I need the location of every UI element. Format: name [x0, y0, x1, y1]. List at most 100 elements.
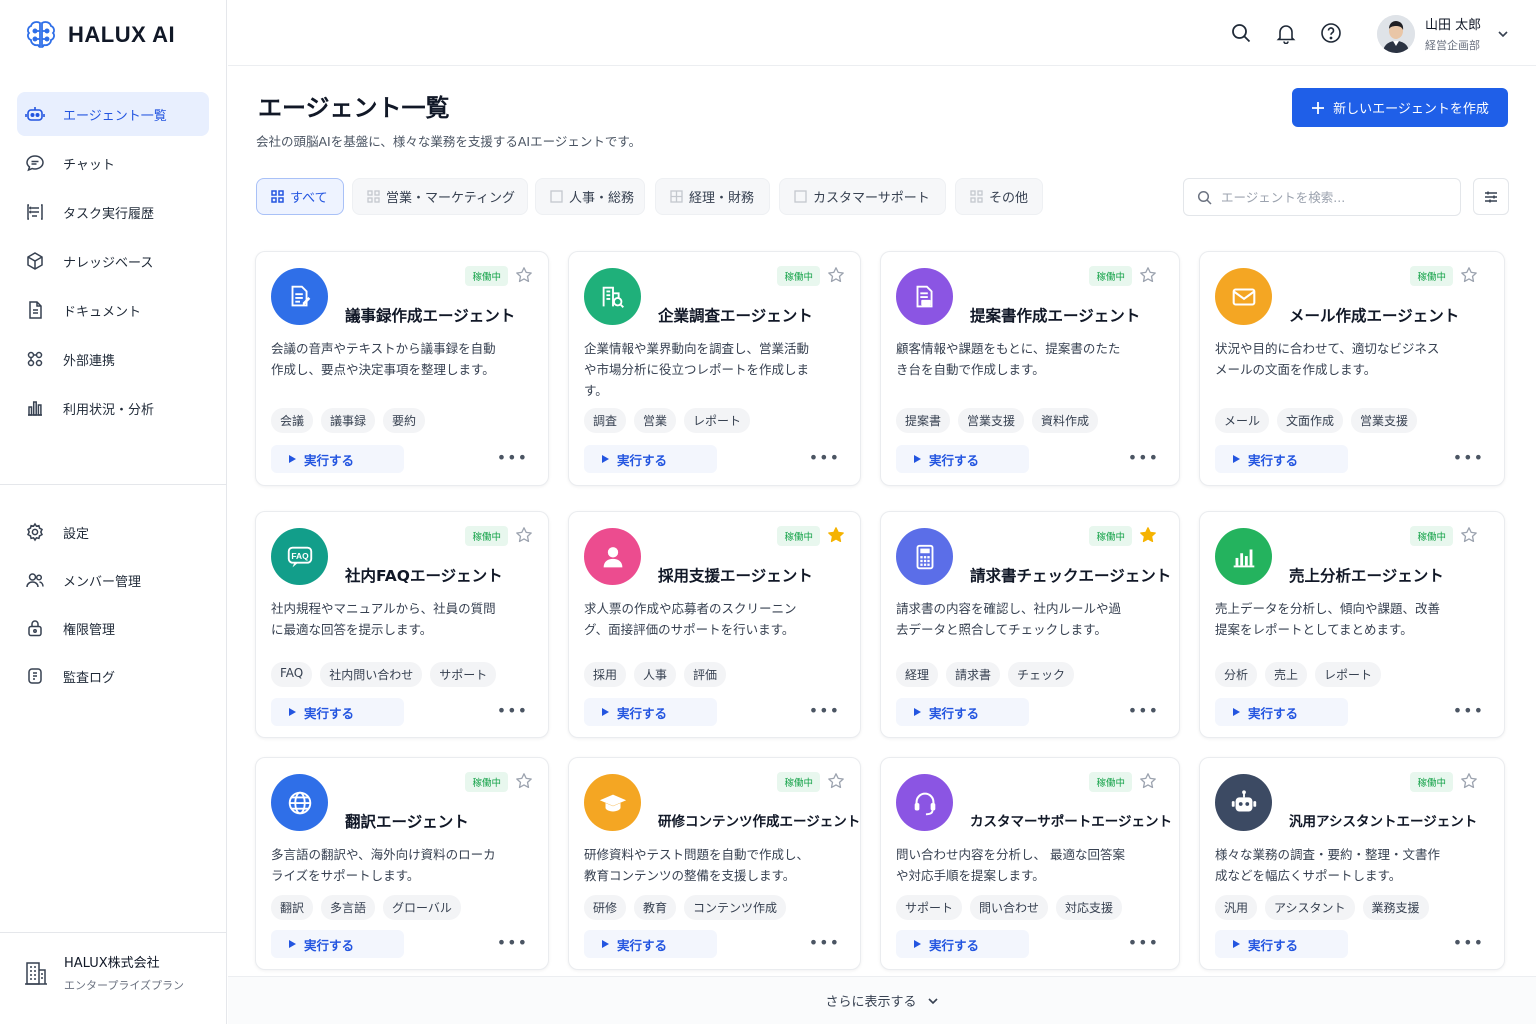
- more-options-button[interactable]: •••: [1128, 448, 1159, 467]
- tag[interactable]: 分析: [1215, 662, 1258, 687]
- favorite-star-icon[interactable]: [827, 266, 845, 284]
- tag[interactable]: 請求書: [946, 662, 1001, 687]
- tag[interactable]: 対応支援: [1056, 895, 1123, 920]
- tag[interactable]: 人事: [634, 662, 677, 687]
- favorite-star-icon[interactable]: [515, 266, 533, 284]
- organization-info[interactable]: HALUX株式会社 エンタープライズプラン: [24, 952, 184, 993]
- run-button[interactable]: 実行する: [1215, 698, 1348, 726]
- tag[interactable]: チェック: [1008, 662, 1075, 687]
- tag[interactable]: 要約: [383, 408, 426, 433]
- tab-sales-marketing[interactable]: 営業・マーケティング: [352, 178, 528, 215]
- agent-card[interactable]: 稼働中 汎用アシスタントエージェント 様々な業務の調査・要約・整理・文書作成などを幅…: [1199, 757, 1505, 970]
- tag[interactable]: サポート: [896, 895, 963, 920]
- run-button[interactable]: 実行する: [271, 698, 404, 726]
- favorite-star-icon[interactable]: [1139, 526, 1157, 544]
- tag[interactable]: メール: [1215, 408, 1270, 433]
- agent-card[interactable]: 稼働中 請求書チェックエージェント 請求書の内容を確認し、社内ルールや過去データと照…: [880, 511, 1180, 738]
- tag[interactable]: レポート: [1315, 662, 1382, 687]
- tag[interactable]: 汎用: [1215, 895, 1258, 920]
- tag[interactable]: 問い合わせ: [970, 895, 1049, 920]
- run-button[interactable]: 実行する: [896, 698, 1029, 726]
- run-button[interactable]: 実行する: [271, 930, 404, 958]
- more-options-button[interactable]: •••: [497, 701, 528, 720]
- agent-card[interactable]: 稼働中 提案書作成エージェント 顧客情報や課題をもとに、提案書のたたき台を自動で作成…: [880, 251, 1180, 486]
- tag[interactable]: FAQ: [271, 662, 313, 687]
- more-options-button[interactable]: •••: [1453, 448, 1484, 467]
- favorite-star-icon[interactable]: [1139, 266, 1157, 284]
- tab-all[interactable]: すべて: [256, 178, 344, 215]
- help-icon[interactable]: [1320, 22, 1342, 44]
- tag[interactable]: 資料作成: [1032, 408, 1099, 433]
- run-button[interactable]: 実行する: [584, 930, 717, 958]
- tab-accounting[interactable]: 経理・財務: [655, 178, 770, 215]
- agent-card[interactable]: 稼働中 カスタマーサポートエージェント 問い合わせ内容を分析し、 最適な回答案や対応…: [880, 757, 1180, 970]
- favorite-star-icon[interactable]: [1460, 772, 1478, 790]
- tag[interactable]: 社内問い合わせ: [320, 662, 423, 687]
- sidebar-item-analytics[interactable]: 利用状況・分析: [17, 386, 209, 430]
- tag[interactable]: 調査: [584, 408, 627, 433]
- tab-other[interactable]: その他: [955, 178, 1043, 215]
- tag[interactable]: 文面作成: [1277, 408, 1344, 433]
- agent-card[interactable]: 稼働中 研修コンテンツ作成エージェント 研修資料やテスト問題を自動で作成し、教育コン…: [568, 757, 861, 970]
- sidebar-item-task-history[interactable]: タスク実行履歴: [17, 190, 209, 234]
- logo[interactable]: HALUX AI: [24, 18, 175, 52]
- favorite-star-icon[interactable]: [1139, 772, 1157, 790]
- favorite-star-icon[interactable]: [1460, 526, 1478, 544]
- more-options-button[interactable]: •••: [497, 933, 528, 952]
- more-options-button[interactable]: •••: [1128, 701, 1159, 720]
- agent-card[interactable]: 稼働中 メール作成エージェント 状況や目的に合わせて、適切なビジネスメールの文面を作…: [1199, 251, 1505, 486]
- tag[interactable]: 翻訳: [271, 895, 314, 920]
- run-button[interactable]: 実行する: [271, 445, 404, 473]
- more-options-button[interactable]: •••: [809, 448, 840, 467]
- tag[interactable]: 営業支援: [958, 408, 1025, 433]
- sidebar-item-integrations[interactable]: 外部連携: [17, 337, 209, 381]
- more-options-button[interactable]: •••: [809, 701, 840, 720]
- run-button[interactable]: 実行する: [584, 698, 717, 726]
- agent-card[interactable]: 稼働中 採用支援エージェント 求人票の作成や応募者のスクリーニング、面接評価のサポー…: [568, 511, 861, 738]
- tag[interactable]: 会議: [271, 408, 314, 433]
- agent-card[interactable]: 稼働中 議事録作成エージェント 会議の音声やテキストから議事録を自動作成し、要点や決…: [255, 251, 549, 486]
- favorite-star-icon[interactable]: [827, 526, 845, 544]
- run-button[interactable]: 実行する: [1215, 930, 1348, 958]
- sidebar-item-knowledge[interactable]: ナレッジベース: [17, 239, 209, 283]
- sidebar-item-documents[interactable]: ドキュメント: [17, 288, 209, 332]
- favorite-star-icon[interactable]: [827, 772, 845, 790]
- more-options-button[interactable]: •••: [809, 933, 840, 952]
- agent-card[interactable]: 稼働中 翻訳エージェント 多言語の翻訳や、海外向け資料のローカライズをサポートします…: [255, 757, 549, 970]
- tag[interactable]: 売上: [1265, 662, 1308, 687]
- more-options-button[interactable]: •••: [497, 448, 528, 467]
- run-button[interactable]: 実行する: [1215, 445, 1348, 473]
- more-options-button[interactable]: •••: [1453, 701, 1484, 720]
- run-button[interactable]: 実行する: [584, 445, 717, 473]
- tag[interactable]: 教育: [634, 895, 677, 920]
- agent-card[interactable]: FAQ 稼働中 社内FAQエージェント 社内規程やマニュアルから、社員の質問に最適な回…: [255, 511, 549, 738]
- tag[interactable]: 議事録: [321, 408, 376, 433]
- tag[interactable]: レポート: [684, 408, 751, 433]
- more-options-button[interactable]: •••: [1453, 933, 1484, 952]
- sidebar-item-members[interactable]: メンバー管理: [17, 558, 209, 602]
- agent-card[interactable]: 稼働中 売上分析エージェント 売上データを分析し、傾向や課題、改善提案をレポートとし…: [1199, 511, 1505, 738]
- tab-hr-admin[interactable]: 人事・総務: [535, 178, 645, 215]
- search-input[interactable]: [1221, 189, 1441, 205]
- search-icon[interactable]: [1230, 22, 1252, 44]
- sidebar-item-chat[interactable]: チャット: [17, 141, 209, 185]
- tag[interactable]: 多言語: [321, 895, 376, 920]
- tag[interactable]: 採用: [584, 662, 627, 687]
- tag[interactable]: 評価: [684, 662, 727, 687]
- tag[interactable]: 経理: [896, 662, 939, 687]
- favorite-star-icon[interactable]: [1460, 266, 1478, 284]
- favorite-star-icon[interactable]: [515, 772, 533, 790]
- tag[interactable]: 営業支援: [1351, 408, 1418, 433]
- more-options-button[interactable]: •••: [1128, 933, 1159, 952]
- tab-customer-support[interactable]: カスタマーサポート: [779, 178, 946, 215]
- sidebar-item-agents[interactable]: エージェント一覧: [17, 92, 209, 136]
- run-button[interactable]: 実行する: [896, 445, 1029, 473]
- sidebar-item-settings[interactable]: 設定: [17, 510, 209, 554]
- favorite-star-icon[interactable]: [515, 526, 533, 544]
- tag[interactable]: 研修: [584, 895, 627, 920]
- sidebar-item-permissions[interactable]: 権限管理: [17, 606, 209, 650]
- user-menu[interactable]: 山田 太郎 経営企画部: [1377, 14, 1509, 53]
- filter-button[interactable]: [1473, 178, 1509, 215]
- tag[interactable]: 業務支援: [1362, 895, 1429, 920]
- tag[interactable]: 営業: [634, 408, 677, 433]
